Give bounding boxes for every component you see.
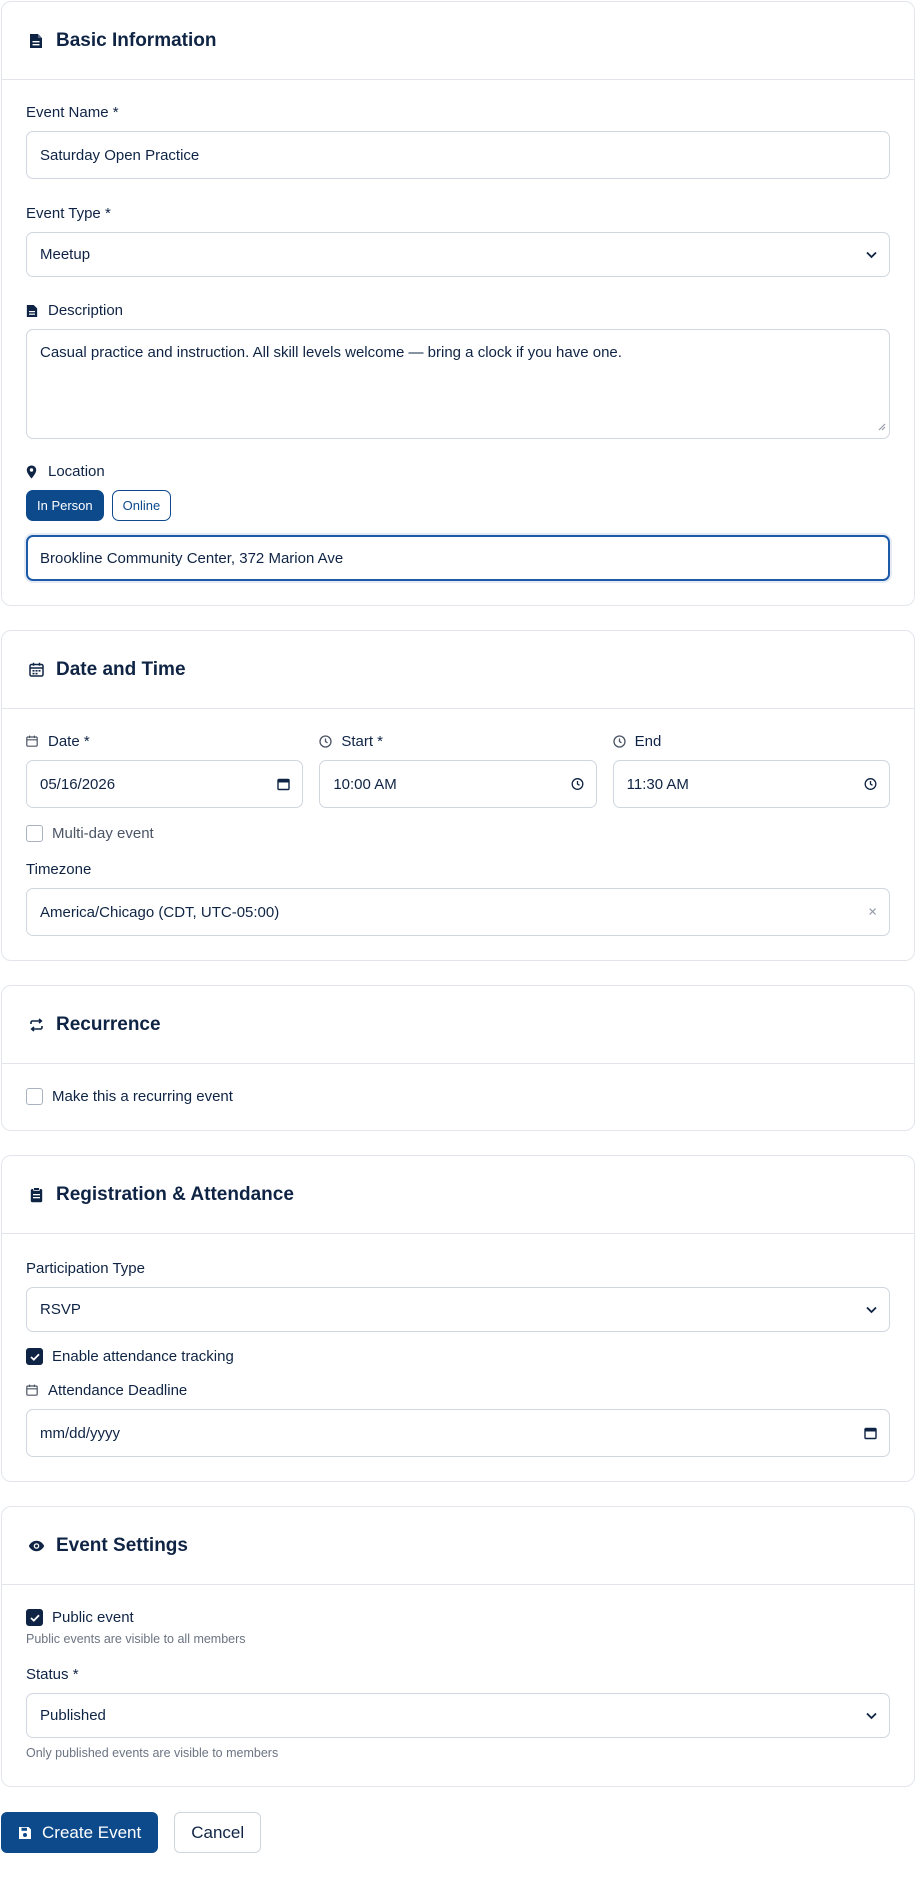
recurrence-card: Recurrence Make this a recurring event [1,985,915,1131]
checkmark-icon [29,1353,40,1361]
status-hint: Only published events are visible to mem… [26,1746,279,1760]
resize-grip-icon[interactable] [877,418,886,435]
clear-timezone-icon[interactable]: × [868,904,877,921]
basic-information-title: Basic Information [56,29,217,51]
deadline-label-text: Attendance Deadline [48,1382,188,1399]
location-label-text: Location [48,463,105,480]
basic-information-header: Basic Information [2,2,914,80]
calendar-icon [26,735,40,749]
status-label: Status * [26,1666,79,1683]
status-select[interactable]: Published [26,1693,890,1738]
registration-title: Registration & Attendance [56,1183,294,1205]
start-label: Start * [319,733,596,750]
event-settings-header: Event Settings [2,1507,914,1585]
online-button[interactable]: Online [111,490,172,521]
multiday-label: Multi-day event [52,825,154,842]
document-icon [26,304,40,318]
cancel-button[interactable]: Cancel [174,1812,262,1853]
date-time-title: Date and Time [56,658,186,680]
description-value: Casual practice and instruction. All ski… [40,344,622,361]
recurring-checkbox[interactable] [26,1088,43,1105]
deadline-input[interactable]: mm/dd/yyyy [26,1409,890,1457]
location-label: Location [26,463,890,480]
recurring-checkbox-row[interactable]: Make this a recurring event [26,1088,890,1105]
create-event-label: Create Event [42,1822,142,1842]
location-input[interactable]: Brookline Community Center, 372 Marion A… [26,535,890,581]
date-time-card: Date and Time Date * 05/16/2026 Start * … [1,630,915,961]
start-time-value: 10:00 AM [333,775,397,793]
registration-card: Registration & Attendance Participation … [1,1155,915,1482]
start-label-text: Start * [341,733,384,750]
document-icon [26,31,46,51]
event-name-label: Event Name * [26,104,119,121]
create-event-button[interactable]: Create Event [1,1812,159,1853]
recurrence-header: Recurrence [2,986,914,1064]
event-type-value: Meetup [40,246,91,263]
clock-picker-icon[interactable] [864,778,877,791]
calendar-picker-icon[interactable] [864,1427,877,1440]
clock-icon [319,734,333,749]
end-label: End [613,733,890,750]
recurring-label: Make this a recurring event [52,1088,233,1105]
calendar-icon [26,660,46,680]
clipboard-icon [26,1185,46,1205]
date-label-text: Date * [48,733,90,750]
date-label: Date * [26,733,303,750]
public-label: Public event [52,1609,134,1626]
end-label-text: End [634,733,662,750]
end-time-value: 11:30 AM [626,775,689,793]
chevron-down-icon [866,251,877,259]
public-checkbox[interactable] [26,1609,43,1626]
event-type-select[interactable]: Meetup [26,232,890,277]
registration-header: Registration & Attendance [2,1156,914,1234]
public-checkbox-row[interactable]: Public event [26,1609,890,1626]
event-settings-card: Event Settings Public event Public event… [1,1506,915,1787]
calendar-picker-icon[interactable] [277,778,291,791]
location-mode-toggle: In Person Online [26,490,890,521]
tracking-checkbox[interactable] [26,1348,43,1365]
deadline-placeholder: mm/dd/yyyy [40,1424,121,1442]
map-pin-icon [26,465,40,479]
timezone-label: Timezone [26,861,92,878]
date-time-header: Date and Time [2,631,914,709]
multiday-checkbox[interactable] [26,825,43,842]
description-textarea[interactable]: Casual practice and instruction. All ski… [26,329,890,439]
chevron-down-icon [866,1306,877,1314]
chevron-down-icon [866,1712,877,1720]
timezone-value: America/Chicago (CDT, UTC-05:00) [40,903,280,921]
event-name-input[interactable]: Saturday Open Practice [26,131,890,179]
basic-information-card: Basic Information Event Name * Saturday … [1,1,915,606]
recurrence-title: Recurrence [56,1013,161,1035]
participation-value: RSVP [40,1301,81,1318]
participation-label: Participation Type [26,1260,145,1277]
event-name-value: Saturday Open Practice [40,146,200,164]
floppy-disk-icon [18,1826,32,1840]
clock-icon [613,734,627,749]
timezone-select[interactable]: America/Chicago (CDT, UTC-05:00) × [26,888,890,936]
date-input[interactable]: 05/16/2026 [26,760,304,808]
description-label-text: Description [48,302,124,319]
event-form: Basic Information Event Name * Saturday … [0,1,919,1853]
tracking-checkbox-row[interactable]: Enable attendance tracking [26,1348,890,1365]
clock-picker-icon[interactable] [571,778,584,791]
date-value: 05/16/2026 [40,775,116,793]
form-actions: Create Event Cancel [0,1812,919,1853]
in-person-button[interactable]: In Person [26,490,104,521]
event-type-label: Event Type * [26,205,111,222]
end-time-input[interactable]: 11:30 AM [612,760,890,808]
tracking-label: Enable attendance tracking [52,1348,234,1365]
repeat-icon [26,1015,46,1035]
event-settings-title: Event Settings [56,1534,188,1556]
start-time-input[interactable]: 10:00 AM [319,760,597,808]
multiday-checkbox-row[interactable]: Multi-day event [26,825,890,842]
eye-icon [26,1536,46,1556]
description-label: Description [26,302,890,319]
location-value: Brookline Community Center, 372 Marion A… [40,549,344,567]
checkmark-icon [29,1614,40,1622]
public-hint: Public events are visible to all members [26,1632,246,1646]
calendar-icon [26,1384,40,1398]
status-value: Published [40,1707,106,1724]
participation-select[interactable]: RSVP [26,1287,890,1332]
deadline-label: Attendance Deadline [26,1382,890,1399]
